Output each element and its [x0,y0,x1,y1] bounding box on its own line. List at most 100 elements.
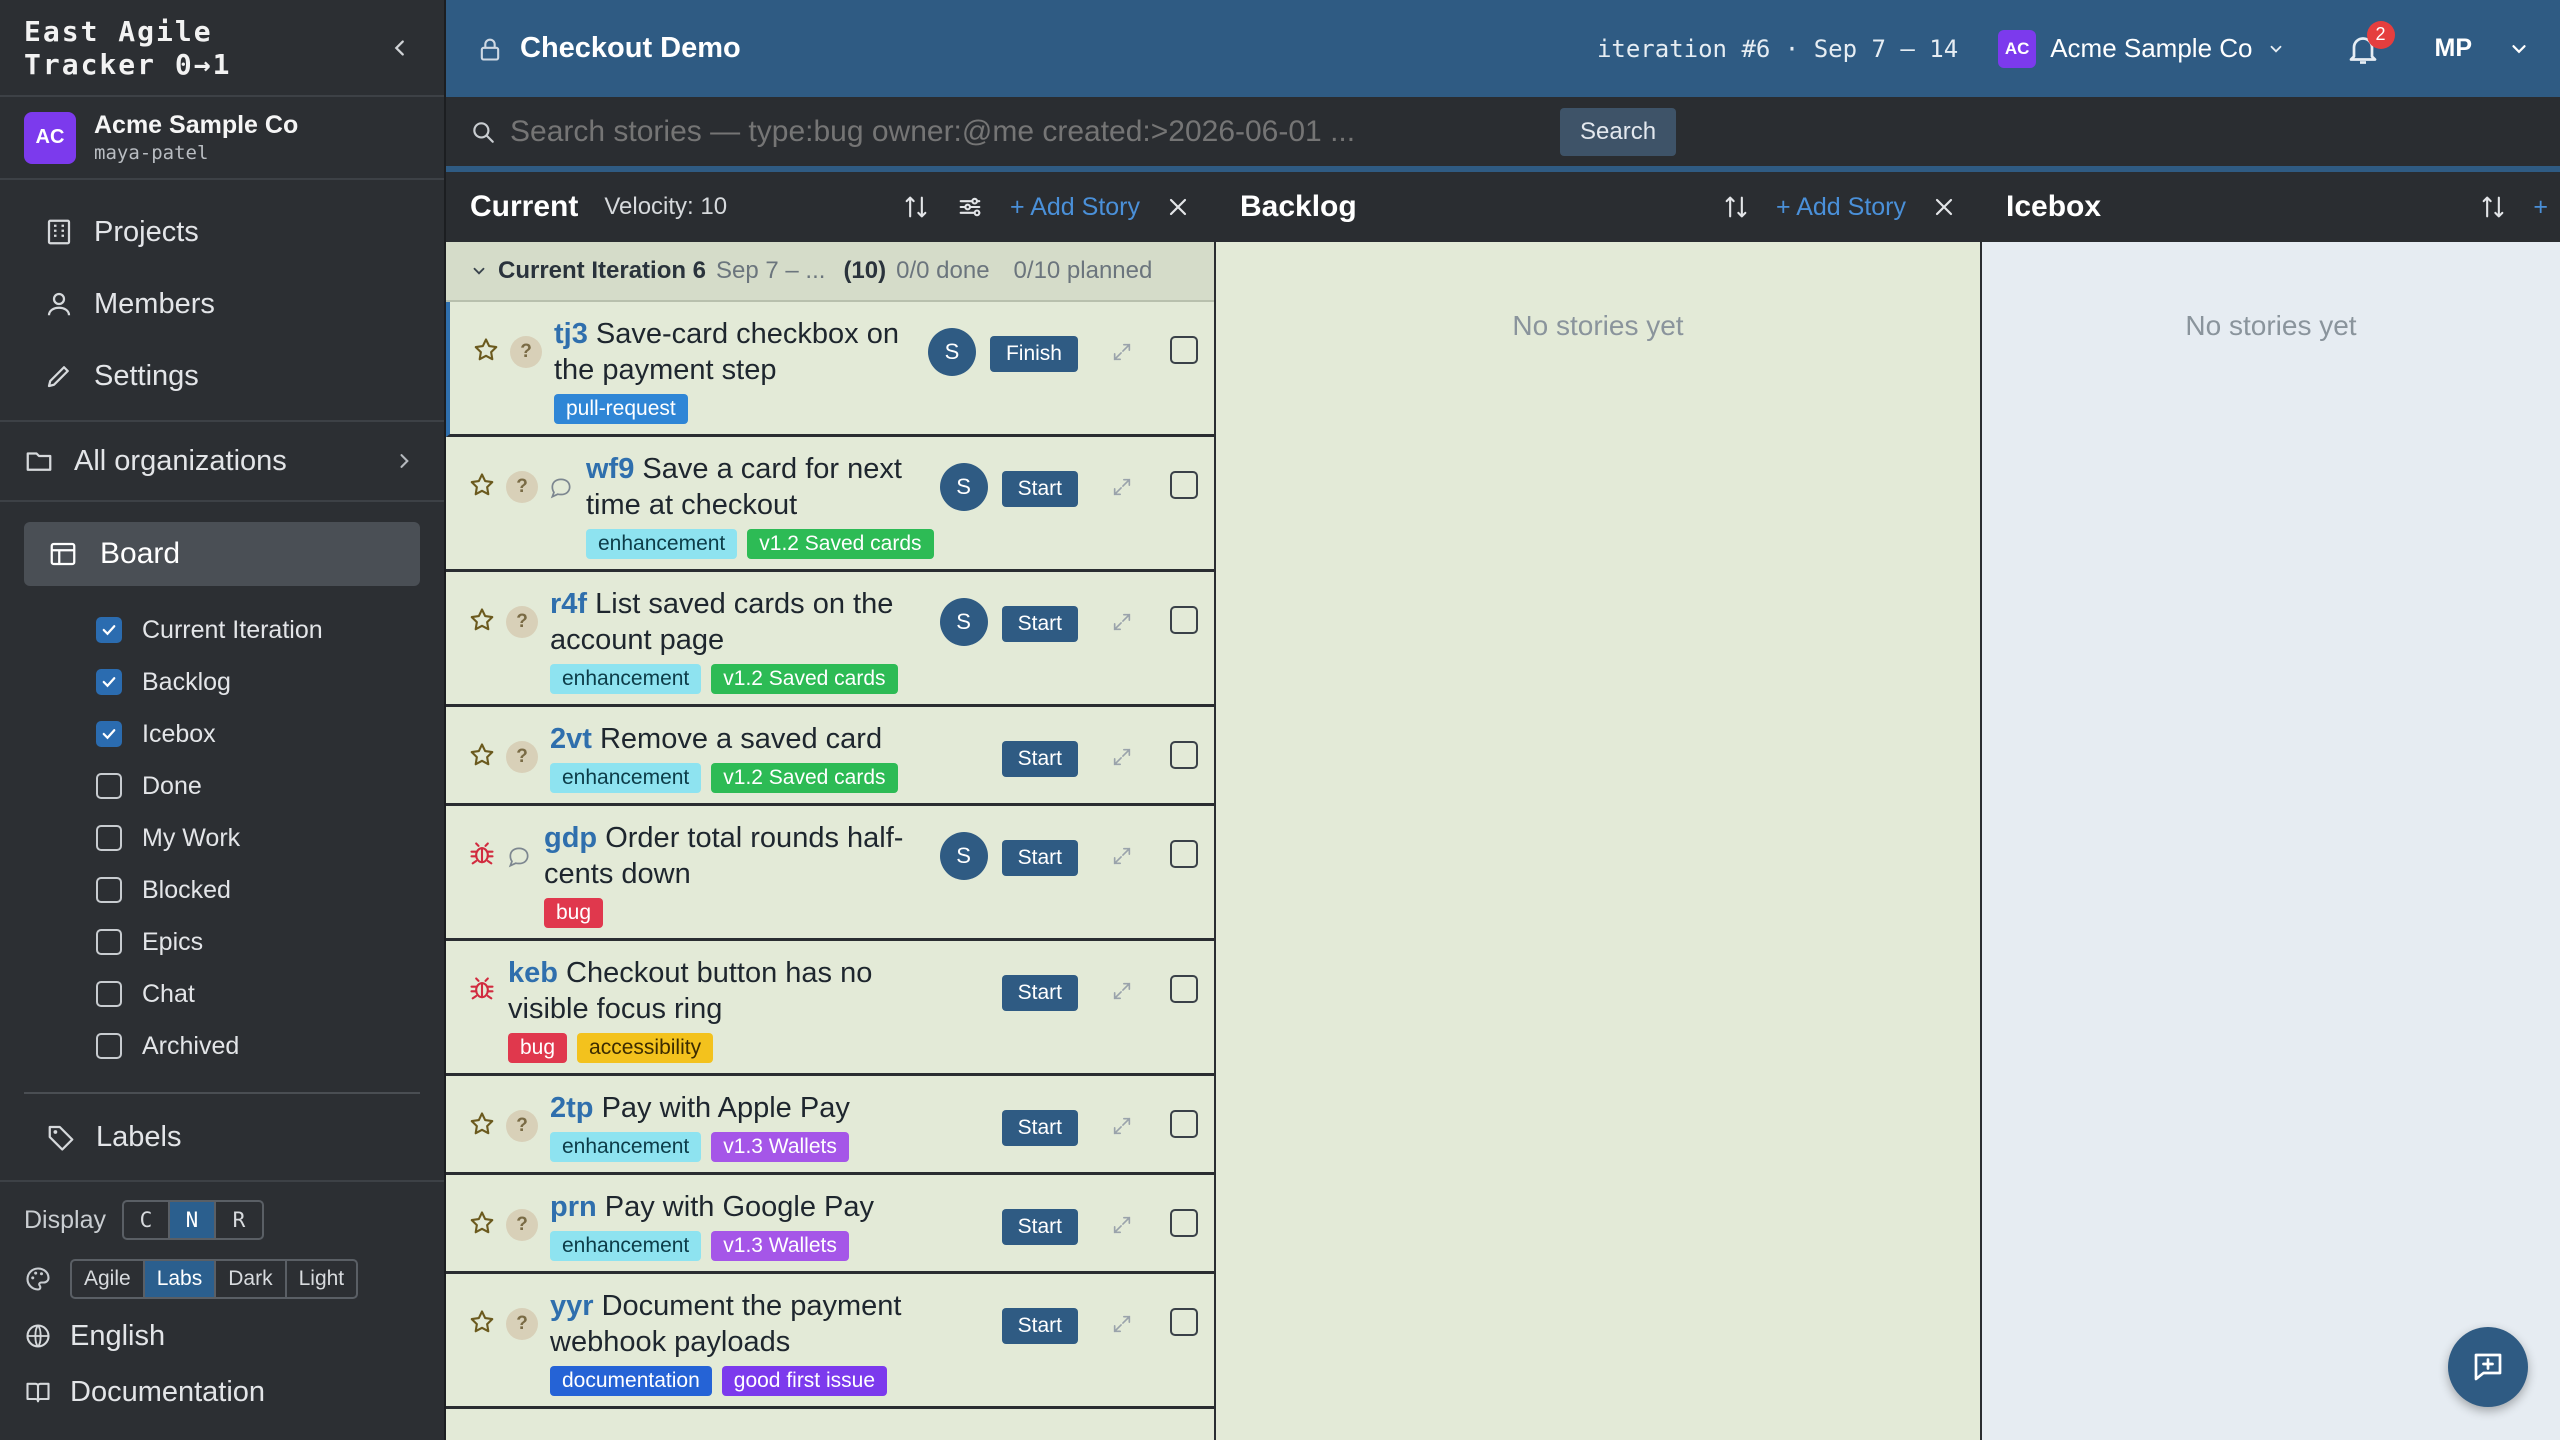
label-tag[interactable]: enhancement [586,529,738,559]
estimate-badge[interactable]: ? [506,471,538,503]
theme-option[interactable]: Agile [72,1261,145,1297]
estimate-badge[interactable]: ? [506,1110,538,1142]
story-finish-button[interactable]: Finish [989,336,1078,372]
label-tag[interactable]: v1.3 Wallets [711,1132,849,1162]
story-card[interactable]: ? r4f List saved cards on the account pag… [446,572,1214,707]
story-start-button[interactable]: Start [1001,741,1078,777]
select-story-checkbox[interactable] [1170,840,1198,868]
sort-button[interactable] [902,193,930,221]
add-story-button[interactable]: + Add Story [1010,193,1140,222]
story-id[interactable]: keb [508,957,558,989]
documentation-link[interactable]: Documentation [0,1364,444,1420]
sort-button[interactable] [1722,193,1750,221]
checkbox[interactable] [96,1033,122,1059]
checkbox[interactable] [96,669,122,695]
nav-item-projects[interactable]: Projects [24,196,420,268]
story-title[interactable]: wf9 Save a card for next time at checkou… [586,451,940,523]
label-tag[interactable]: bug [508,1033,568,1063]
panel-toggle-my-work[interactable]: My Work [96,812,444,864]
story-id[interactable]: gdp [544,822,597,854]
story-title[interactable]: 2vt Remove a saved card [550,721,940,757]
panel-settings-button[interactable] [956,193,984,221]
panel-toggle-epics[interactable]: Epics [96,916,444,968]
story-start-button[interactable]: Start [1001,840,1078,876]
story-id[interactable]: wf9 [586,453,634,485]
story-card[interactable]: ? tj3 Save-card checkbox on the payment s… [446,302,1214,437]
estimate-badge[interactable]: ? [506,1209,538,1241]
story-id[interactable]: yyr [550,1290,594,1322]
expand-story-button[interactable] [1106,1209,1138,1241]
language-selector[interactable]: English [0,1308,444,1364]
expand-story-button[interactable] [1106,1308,1138,1340]
story-card[interactable]: gdp Order total rounds half-cents down bu… [446,806,1214,941]
label-tag[interactable]: accessibility [577,1033,714,1063]
expand-story-button[interactable] [1106,336,1138,368]
story-title[interactable]: r4f List saved cards on the account page [550,586,940,658]
label-tag[interactable]: v1.2 Saved cards [711,763,898,793]
story-card[interactable]: ? wf9 Save a card for next time at checko… [446,437,1214,572]
account-switcher[interactable]: AC Acme Sample Co [1998,29,2284,68]
nav-item-members[interactable]: Members [24,268,420,340]
label-tag[interactable]: enhancement [550,763,702,793]
panel-toggle-done[interactable]: Done [96,760,444,812]
owner-avatar[interactable]: S [939,832,988,880]
panel-toggle-archived[interactable]: Archived [96,1020,444,1072]
story-id[interactable]: 2tp [550,1092,594,1124]
checkbox[interactable] [96,877,122,903]
select-story-checkbox[interactable] [1170,336,1198,364]
story-title[interactable]: prn Pay with Google Pay [550,1189,940,1225]
story-start-button[interactable]: Start [1001,606,1078,642]
star-button[interactable] [468,741,496,774]
label-tag[interactable]: v1.2 Saved cards [711,664,898,694]
label-tag[interactable]: documentation [550,1366,712,1396]
estimate-badge[interactable]: ? [506,741,538,773]
star-button[interactable] [468,1209,496,1242]
expand-story-button[interactable] [1106,975,1138,1007]
add-story-button[interactable]: + Add Story [1776,193,1906,222]
close-panel-button[interactable] [1932,195,1956,219]
org-switcher[interactable]: AC Acme Sample Co maya-patel [0,97,444,180]
panel-toggle-blocked[interactable]: Blocked [96,864,444,916]
user-menu[interactable]: MP [2435,34,2531,63]
owner-avatar[interactable]: S [939,598,988,646]
theme-option[interactable]: Labs [144,1261,217,1297]
label-tag[interactable]: bug [544,898,604,928]
star-button[interactable] [472,336,500,369]
search-button[interactable]: Search [1560,107,1677,156]
nav-item-board[interactable]: Board [24,522,420,586]
expand-story-button[interactable] [1106,471,1138,503]
story-title[interactable]: keb Checkout button has no visible focus… [508,955,940,1027]
story-card[interactable]: ? prn Pay with Google Pay enhancement v1.3 … [446,1175,1214,1274]
story-card[interactable]: keb Checkout button has no visible focus… [446,941,1214,1076]
star-button[interactable] [468,471,496,504]
label-tag[interactable]: pull-request [554,394,688,424]
checkbox[interactable] [96,617,122,643]
story-start-button[interactable]: Start [1001,1209,1078,1245]
estimate-badge[interactable]: ? [506,606,538,638]
owner-avatar[interactable]: S [927,328,976,376]
expand-story-button[interactable] [1106,1110,1138,1142]
story-start-button[interactable]: Start [1001,1110,1078,1146]
star-button[interactable] [468,1308,496,1341]
search-input[interactable] [510,106,1520,157]
story-title[interactable]: yyr Document the payment webhook payload… [550,1288,940,1360]
chat-button[interactable] [2448,1327,2528,1407]
checkbox[interactable] [96,825,122,851]
notifications-button[interactable]: 2 [2341,20,2395,71]
select-story-checkbox[interactable] [1170,1308,1198,1336]
star-button[interactable] [468,606,496,639]
nav-item-settings[interactable]: Settings [24,340,420,412]
add-story-button-clipped[interactable]: + [2533,193,2548,222]
story-card[interactable]: ? yyr Document the payment webhook payloa… [446,1274,1214,1409]
estimate-badge[interactable]: ? [510,336,542,368]
story-start-button[interactable]: Start [1001,975,1078,1011]
expand-story-button[interactable] [1106,606,1138,638]
display-option[interactable]: N [169,1202,216,1238]
story-id[interactable]: 2vt [550,723,592,755]
checkbox[interactable] [96,929,122,955]
story-title[interactable]: gdp Order total rounds half-cents down [544,820,940,892]
sort-button[interactable] [2479,193,2507,221]
story-id[interactable]: tj3 [554,318,588,350]
expand-story-button[interactable] [1106,741,1138,773]
story-card[interactable]: ? 2vt Remove a saved card enhancement v1.2 … [446,707,1214,806]
